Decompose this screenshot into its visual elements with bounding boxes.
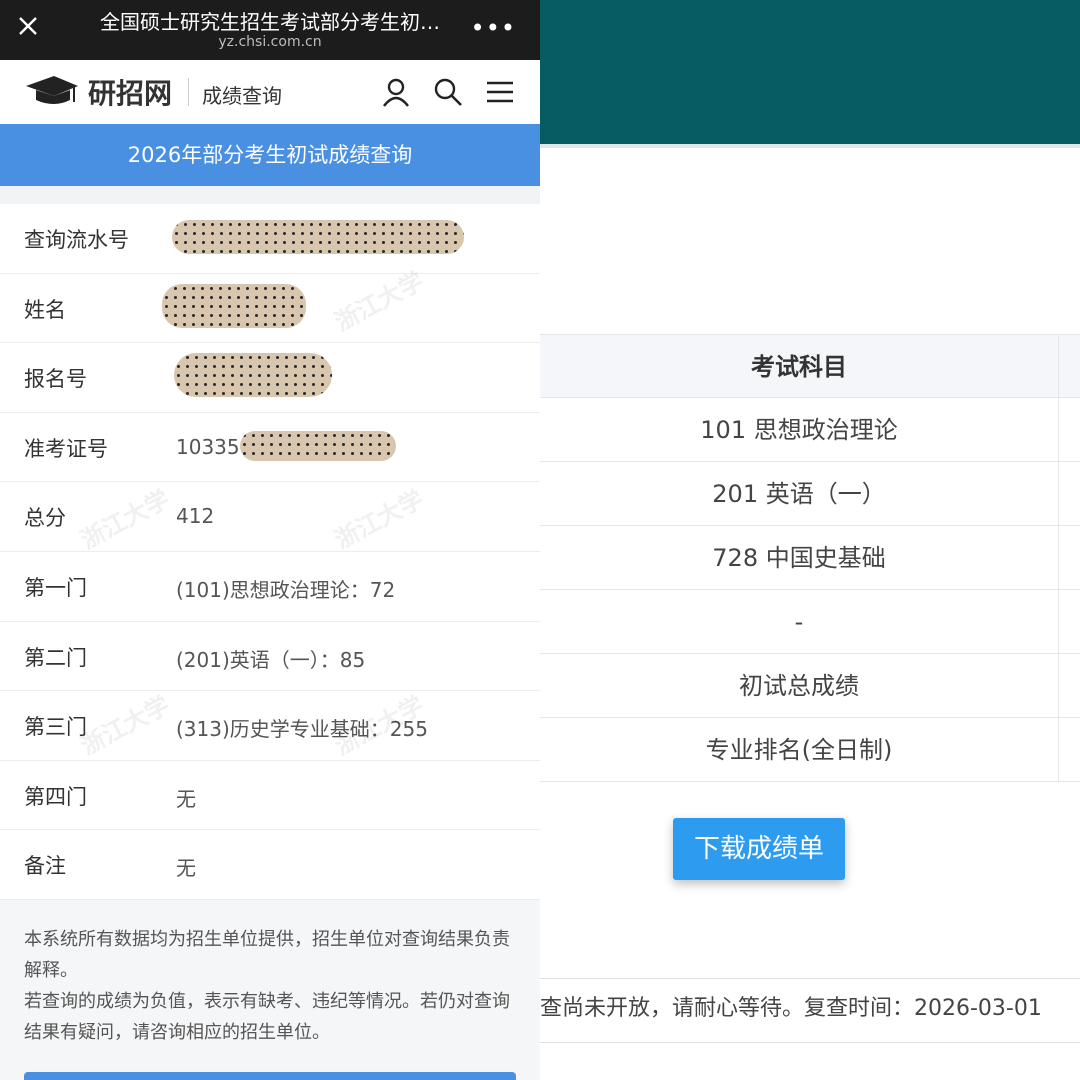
table-row: 初试总成绩 — [540, 654, 1080, 718]
review-notice-text: 查尚未开放，请耐心等待。复查时间：2026-03-01 — [540, 996, 1042, 1021]
header-divider — [188, 78, 189, 106]
close-icon[interactable] — [14, 12, 42, 40]
column-divider — [1058, 462, 1059, 526]
field-label: 备注 — [24, 854, 66, 879]
table-row: 101 思想政治理论 — [540, 398, 1080, 462]
redacted-mask — [174, 353, 332, 398]
field-label: 第四门 — [24, 784, 87, 809]
notice-text: 本系统所有数据均为招生单位提供，招生单位对查询结果负责解释。 — [24, 929, 510, 981]
score-table: 考试科目 101 思想政治理论 201 英语（一） 728 中国史基础 - 初试… — [540, 334, 1080, 782]
field-value: 412 — [176, 504, 215, 529]
table-header-cell: 考试科目 — [751, 353, 847, 381]
browser-top-bar: 全国硕士研究生招生考试部分考生初… yz.chsi.com.cn ••• — [0, 0, 540, 60]
field-row-subject-2: 第二门 (201)英语（一）：85 — [0, 622, 540, 692]
field-label: 查询流水号 — [24, 228, 129, 252]
graduation-cap-icon — [26, 76, 78, 104]
field-label: 第二门 — [24, 645, 87, 670]
column-divider — [1058, 398, 1059, 462]
table-cell: 初试总成绩 — [739, 672, 859, 700]
user-icon[interactable] — [380, 76, 412, 108]
field-value: 无 — [176, 786, 196, 811]
browser-page-title: 全国硕士研究生招生考试部分考生初… — [100, 10, 440, 34]
field-label: 准考证号 — [24, 436, 108, 461]
redacted-mask — [240, 430, 396, 461]
field-row-subject-3: 第三门 (313)历史学专业基础：255 — [0, 691, 540, 761]
field-row-total-score: 总分 412 — [0, 482, 540, 552]
column-divider — [1058, 654, 1059, 718]
table-cell: 728 中国史基础 — [712, 544, 886, 572]
site-header: 研招网 成绩查询 — [0, 60, 540, 124]
field-row-query-serial: 查询流水号 — [0, 204, 540, 274]
field-value: (313)历史学专业基础：255 — [176, 717, 428, 742]
table-row: - — [540, 590, 1080, 654]
field-label: 报名号 — [24, 367, 87, 392]
field-row-subject-4: 第四门 无 — [0, 761, 540, 831]
field-value: (201)英语（一）：85 — [176, 647, 366, 672]
field-row-registration-no: 报名号 — [0, 343, 540, 413]
header-edge — [540, 144, 1080, 148]
download-transcript-button[interactable]: 下载成绩单 — [673, 818, 845, 880]
field-value: (101)思想政治理论：72 — [176, 577, 396, 602]
desktop-score-page: 考试科目 101 思想政治理论 201 英语（一） 728 中国史基础 - 初试… — [540, 0, 1080, 1080]
table-cell: 101 思想政治理论 — [700, 416, 898, 444]
field-label: 第一门 — [24, 575, 87, 600]
table-row: 专业排名(全日制) — [540, 718, 1080, 782]
field-label: 姓名 — [24, 297, 66, 322]
divider — [540, 1042, 1080, 1043]
bottom-action-bar[interactable] — [24, 1072, 516, 1080]
field-value: 无 — [176, 856, 196, 881]
table-row: 728 中国史基础 — [540, 526, 1080, 590]
field-row-name: 姓名 — [0, 274, 540, 344]
table-cell: 专业排名(全日制) — [705, 736, 893, 764]
table-header-row: 考试科目 — [540, 334, 1080, 399]
teal-header — [540, 0, 1080, 144]
divider — [540, 978, 1080, 979]
table-cell: 201 英语（一） — [712, 480, 886, 508]
site-logo-text[interactable]: 研招网 — [88, 72, 172, 112]
browser-url: yz.chsi.com.cn — [218, 34, 322, 50]
section-gap — [0, 186, 540, 204]
section-title[interactable]: 成绩查询 — [202, 80, 282, 109]
redacted-mask — [172, 220, 464, 254]
column-divider — [1058, 526, 1059, 590]
table-cell: - — [794, 608, 804, 636]
column-divider — [1058, 718, 1059, 782]
field-label: 总分 — [24, 506, 66, 531]
field-value: 10335 — [176, 434, 240, 459]
notice-box: 本系统所有数据均为招生单位提供，招生单位对查询结果负责解释。 若查询的成绩为负值… — [0, 900, 540, 1080]
table-row: 201 英语（一） — [540, 462, 1080, 526]
menu-icon[interactable] — [484, 76, 516, 108]
mobile-score-page: 全国硕士研究生招生考试部分考生初… yz.chsi.com.cn ••• 研招网… — [0, 0, 540, 1080]
field-row-remarks: 备注 无 — [0, 830, 540, 900]
notice-text: 若查询的成绩为负值，表示有缺考、违纪等情况。若仍对查询结果有疑问，请咨询相应的招… — [24, 991, 510, 1043]
redacted-mask — [162, 283, 306, 328]
page-banner: 2026年部分考生初试成绩查询 — [0, 124, 540, 186]
field-row-admission-ticket: 准考证号 10335 — [0, 413, 540, 483]
column-divider — [1058, 335, 1059, 399]
more-options-icon[interactable]: ••• — [471, 14, 516, 42]
search-icon[interactable] — [432, 76, 464, 108]
column-divider — [1058, 590, 1059, 654]
field-label: 第三门 — [24, 715, 87, 740]
field-row-subject-1: 第一门 (101)思想政治理论：72 — [0, 552, 540, 622]
score-field-list: 查询流水号 姓名 报名号 准考证号 10335 总分 412 第一门 (101)… — [0, 204, 540, 900]
